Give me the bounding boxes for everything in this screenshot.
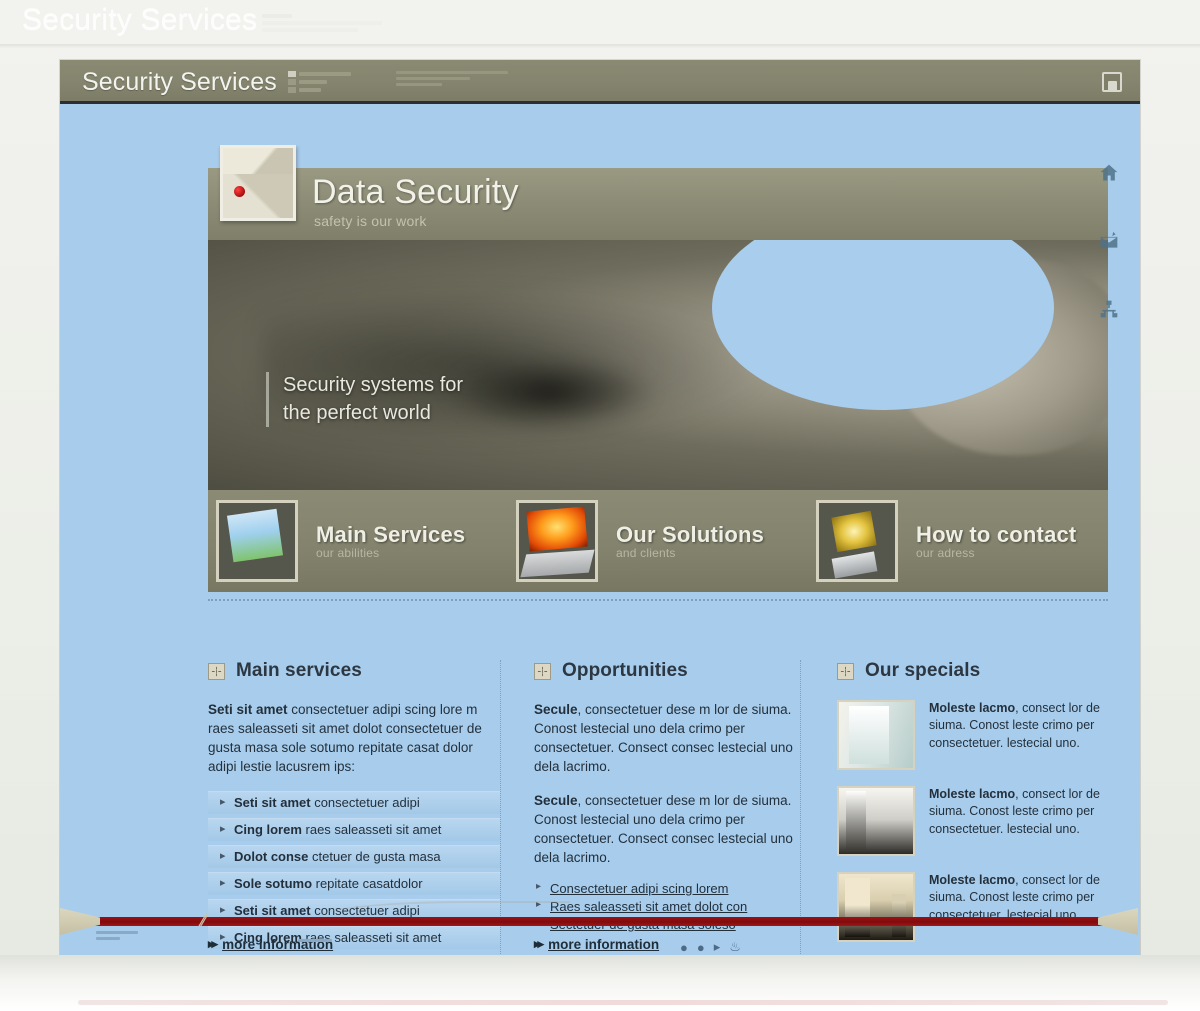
footer-meta-left: [96, 931, 138, 943]
link[interactable]: Consectetuer adipi scing lorem: [550, 881, 728, 896]
special-text: Moleste lacmo, consect lor de siuma. Con…: [929, 700, 1128, 770]
list-item[interactable]: Cing lorem raes saleasseti sit amet: [208, 817, 500, 841]
page-title: Our specials: [865, 660, 981, 681]
footer-accent-bar: [84, 917, 1114, 926]
hero-service-name: Main Services: [316, 522, 466, 547]
list-item-rest: ctetuer de gusta masa: [308, 849, 441, 865]
list-item-rest: raes saleasseti sit amet: [301, 822, 442, 838]
os-divider: [0, 44, 1200, 49]
paragraph-bold: Secule: [534, 702, 578, 717]
hero-service-how-to-contact[interactable]: How to contact our adress: [808, 490, 1108, 592]
list-item-rest: repitate casatdolor: [312, 876, 423, 892]
os-ghost-meta: [262, 14, 442, 40]
window-titlebar: Security Services: [60, 60, 1140, 104]
paragraph-bold: Secule: [534, 792, 578, 808]
special-title: Moleste lacmo: [929, 701, 1016, 715]
list-item[interactable]: Dolot conse ctetuer de gusta masa: [208, 844, 500, 868]
column-heading-row: Opportunities: [534, 660, 800, 682]
column-heading-row: Main services: [208, 660, 500, 682]
hero-services-strip: Main Services our abilities Our Solution…: [208, 490, 1108, 601]
intro-paragraph: Seti sit amet consectetuer adipi scing l…: [208, 700, 500, 777]
hero-service-sub: our abilities: [316, 546, 380, 560]
list-item[interactable]: Sole sotumo repitate casatdolor: [208, 871, 500, 895]
hero-tagline: Security systems for the perfect world: [266, 372, 464, 428]
grid-box-icon: [208, 662, 225, 680]
desktop-bottom-accent: [78, 1000, 1168, 1005]
circle-icon[interactable]: ●: [680, 940, 688, 955]
list-item[interactable]: Consectetuer adipi scing lorem: [534, 881, 800, 896]
paragraph: Secule, consectetuer dese m lor de siuma…: [534, 791, 800, 868]
special-item[interactable]: Moleste lacmo, consect lor de siuma. Con…: [837, 786, 1128, 856]
footer-swoosh-decor: [320, 901, 570, 927]
site-window: Security Services Data Security safety i…: [60, 60, 1140, 955]
hero-tagline-line-2: the perfect world: [283, 401, 431, 424]
list-item-rest: consectetuer adipi: [310, 795, 420, 811]
mail-icon[interactable]: [1098, 230, 1120, 252]
side-icon-rail: [1092, 162, 1126, 320]
hero-photo: Security systems for the perfect world: [208, 240, 1108, 490]
hero-service-name: How to contact: [916, 522, 1077, 547]
hero-service-name: Our Solutions: [616, 522, 765, 547]
paragraph: Secule, consectetuer dese m lor de siuma…: [534, 700, 800, 777]
hero-header-bar: Data Security safety is our work: [208, 145, 1108, 240]
hero-subtitle: safety is our work: [314, 213, 427, 229]
site-footer: // ● ● ▸ ♨: [60, 897, 1140, 955]
list-item-bold: Seti sit amet: [234, 795, 311, 811]
grid-box-icon: [534, 662, 551, 680]
list-item-bold: Dolot conse: [234, 849, 309, 865]
hero-service-main-services[interactable]: Main Services our abilities: [208, 490, 508, 592]
intro-paragraph-bold: Seti sit amet: [208, 702, 288, 717]
titlebar-meta-right: [396, 71, 516, 89]
special-title: Moleste lacmo: [929, 787, 1016, 801]
sitemap-icon[interactable]: [1098, 298, 1120, 320]
special-text: Moleste lacmo, consect lor de siuma. Con…: [929, 786, 1128, 856]
envelope-logo-icon: [220, 145, 296, 221]
play-icon[interactable]: ▸: [714, 939, 721, 955]
footer-social-icons: ● ● ▸ ♨: [680, 939, 741, 955]
hero-service-our-solutions[interactable]: Our Solutions and clients: [508, 490, 808, 592]
pda-device-icon: [216, 500, 298, 582]
hero-title: Data Security: [312, 173, 519, 211]
hero-tagline-line-1: Security systems for: [283, 374, 464, 396]
grid-box-icon: [837, 662, 854, 680]
list-item[interactable]: Seti sit amet consectetuer adipi: [208, 790, 500, 814]
special-title: Moleste lacmo: [929, 873, 1016, 887]
cellphone-device-icon: [816, 500, 898, 582]
hero-banner: Data Security safety is our work Securit…: [208, 145, 1108, 635]
laptop-device-icon: [516, 500, 598, 582]
window-title: Security Services: [82, 68, 277, 96]
door-photo-thumbnail: [837, 786, 915, 856]
flag-icon[interactable]: ♨: [729, 939, 741, 955]
os-ghost-title: Security Services: [22, 3, 258, 36]
column-heading-row: Our specials: [837, 660, 1128, 682]
hero-service-sub: and clients: [616, 546, 676, 560]
hero-service-sub: our adress: [916, 546, 975, 560]
window-photo-thumbnail: [837, 700, 915, 770]
page-title: Main services: [236, 660, 362, 681]
footer-meta-mid: [298, 939, 332, 942]
dot-icon[interactable]: ●: [697, 940, 705, 955]
special-item[interactable]: Moleste lacmo, consect lor de siuma. Con…: [837, 700, 1128, 770]
home-icon[interactable]: [1098, 162, 1120, 184]
page-title: Opportunities: [562, 660, 688, 681]
screen: Security Services Security Services Data…: [0, 0, 1200, 1011]
restore-window-button[interactable]: [1102, 72, 1122, 92]
list-item-bold: Cing lorem: [234, 822, 302, 838]
hero-bottom-rule: [208, 599, 1108, 601]
list-item-bold: Sole sotumo: [234, 876, 313, 892]
